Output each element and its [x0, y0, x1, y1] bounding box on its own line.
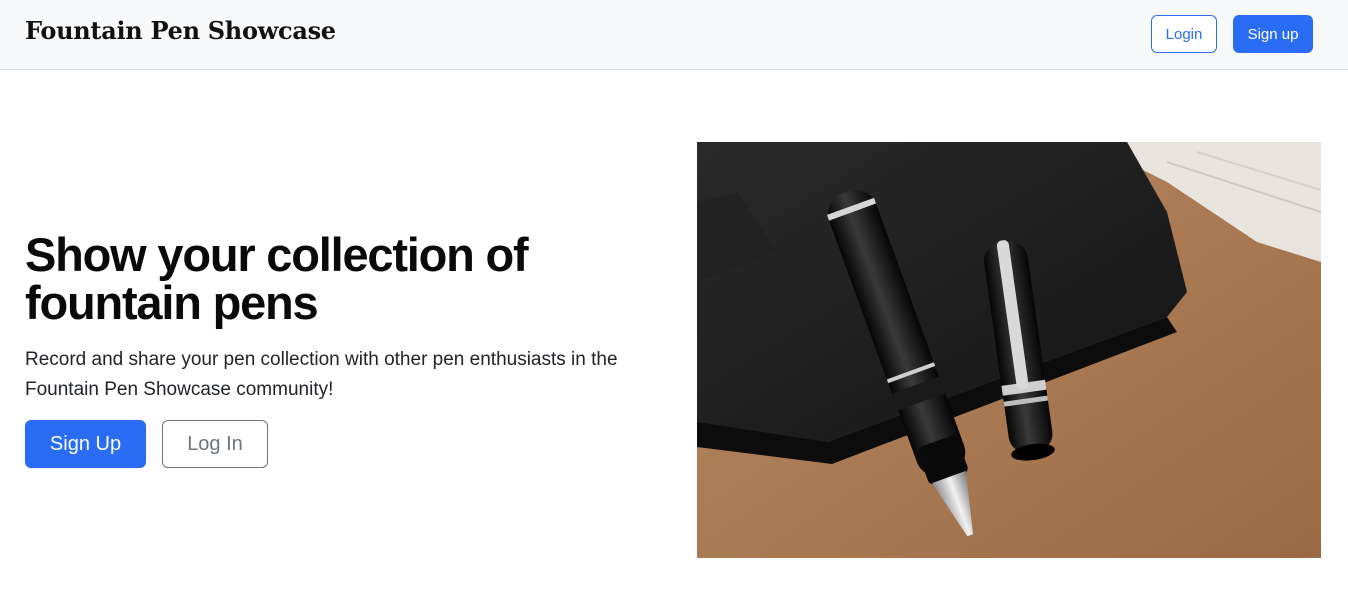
nav-signup-button[interactable]: Sign up: [1233, 15, 1313, 53]
hero-signup-button[interactable]: Sign Up: [25, 420, 146, 468]
hero-subtitle: Record and share your pen collection wit…: [25, 349, 618, 400]
nav-login-button[interactable]: Login: [1151, 15, 1217, 53]
hero-title: Show your collection of fountain pens: [25, 228, 529, 329]
hero-login-button[interactable]: Log In: [162, 420, 268, 468]
brand-title[interactable]: Fountain Pen Showcase: [25, 16, 336, 45]
hero-image: [697, 142, 1321, 558]
navbar: Fountain Pen Showcase Login Sign up: [0, 0, 1348, 70]
